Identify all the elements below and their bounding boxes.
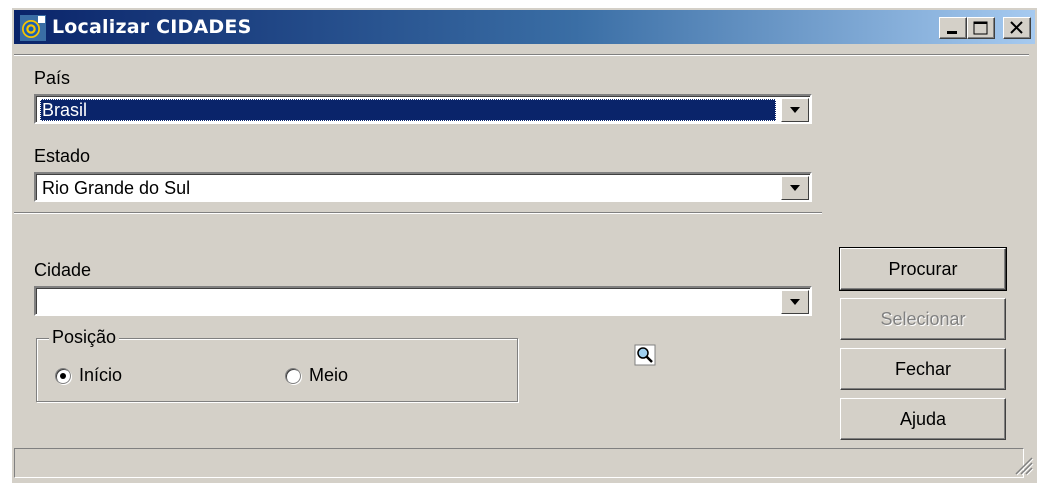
- radio-inicio-label[interactable]: Início: [79, 365, 122, 386]
- top-divider: [14, 54, 1029, 56]
- radio-inicio[interactable]: [55, 368, 71, 384]
- radio-meio[interactable]: [285, 368, 301, 384]
- pais-dropdown-arrow-icon[interactable]: [781, 98, 809, 122]
- middle-divider: [14, 212, 822, 214]
- window-title: Localizar CIDADES: [52, 16, 252, 38]
- app-icon: [20, 15, 46, 41]
- procurar-button[interactable]: Procurar: [839, 247, 1007, 291]
- search-icon[interactable]: [634, 344, 656, 366]
- minimize-button[interactable]: [939, 17, 967, 39]
- maximize-button[interactable]: [967, 17, 995, 39]
- cidade-dropdown-arrow-icon[interactable]: [781, 290, 809, 314]
- estado-dropdown-arrow-icon[interactable]: [781, 176, 809, 200]
- minimize-icon: [947, 31, 957, 34]
- status-bar: [14, 448, 1024, 478]
- maximize-icon: [973, 21, 988, 35]
- close-button[interactable]: [1003, 17, 1031, 39]
- cidade-combobox[interactable]: [34, 286, 812, 316]
- fechar-button[interactable]: Fechar: [840, 348, 1006, 390]
- pais-label: País: [34, 68, 71, 88]
- cidade-input[interactable]: [40, 291, 776, 313]
- cidade-label: Cidade: [34, 260, 92, 280]
- title-bar[interactable]: Localizar CIDADES: [14, 10, 1035, 44]
- estado-label: Estado: [34, 146, 91, 166]
- dialog-window: Localizar CIDADES País Brasil Estado Rio…: [10, 6, 1037, 483]
- posicao-legend: Posição: [49, 327, 120, 348]
- selecionar-button[interactable]: Selecionar: [840, 298, 1006, 340]
- estado-value: Rio Grande do Sul: [42, 178, 191, 198]
- radio-meio-label[interactable]: Meio: [309, 365, 348, 386]
- posicao-groupbox: Posição Início Meio: [36, 327, 518, 402]
- pais-combobox[interactable]: Brasil: [34, 94, 812, 124]
- resize-grip-icon[interactable]: [1012, 454, 1034, 476]
- ajuda-button[interactable]: Ajuda: [840, 398, 1006, 440]
- pais-value: Brasil: [40, 99, 776, 121]
- estado-combobox[interactable]: Rio Grande do Sul: [34, 172, 812, 202]
- close-icon: [1010, 21, 1023, 34]
